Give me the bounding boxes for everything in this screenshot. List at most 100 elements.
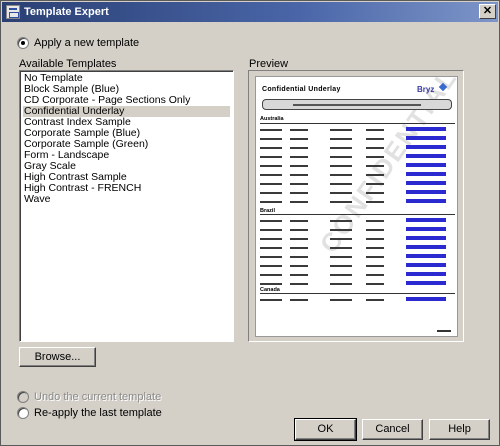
preview-row-bar (406, 163, 446, 167)
preview-row-bar (290, 201, 308, 203)
preview-row-bar (406, 190, 446, 194)
preview-row-bar (406, 254, 446, 258)
preview-row-bar (260, 201, 282, 203)
browse-button[interactable]: Browse... (19, 347, 96, 367)
preview-row-bar (366, 192, 384, 194)
preview-row-bar (290, 256, 308, 258)
preview-row-bar (406, 181, 446, 185)
preview-row-bar (330, 229, 352, 231)
preview-row-bar (260, 229, 282, 231)
apply-new-template-radio[interactable] (17, 37, 29, 49)
ok-button-label: OK (317, 423, 334, 435)
preview-row-bar (330, 238, 352, 240)
preview-row-bar (290, 165, 308, 167)
preview-logo-icon: Bryz (417, 82, 448, 94)
preview-row-bar (330, 256, 352, 258)
preview-section-1: Australia (260, 116, 284, 122)
undo-current-template-label: Undo the current template (34, 391, 162, 403)
preview-row-bar (330, 165, 352, 167)
preview-row-bar (290, 265, 308, 267)
window-title: Template Expert (24, 6, 109, 18)
preview-row-bar (330, 274, 352, 276)
preview-row-bar (290, 247, 308, 249)
preview-row-bar (290, 147, 308, 149)
svg-text:Bryz: Bryz (417, 85, 434, 94)
apply-new-template-label: Apply a new template (34, 37, 140, 49)
cancel-button[interactable]: Cancel (362, 419, 423, 440)
preview-row-bar (406, 272, 446, 276)
template-list-item[interactable]: High Contrast - FRENCH (23, 183, 230, 194)
preview-row-bar (290, 220, 308, 222)
preview-row-bar (406, 263, 446, 267)
preview-row-bar (260, 192, 282, 194)
preview-row-bar (366, 147, 384, 149)
preview-row-bar (366, 201, 384, 203)
preview-row-bar (290, 138, 308, 140)
preview-row-bar (366, 238, 384, 240)
preview-row-bar (406, 245, 446, 249)
preview-row-bar (366, 256, 384, 258)
help-button[interactable]: Help (429, 419, 490, 440)
preview-row-bar (330, 147, 352, 149)
preview-row-bar (330, 156, 352, 158)
ok-button[interactable]: OK (294, 418, 357, 441)
preview-row-bar (260, 147, 282, 149)
preview-row-bar (366, 283, 384, 285)
preview-rule (260, 123, 455, 124)
preview-row-bar (330, 183, 352, 185)
preview-row-bar (366, 183, 384, 185)
template-list-item[interactable]: Wave (23, 194, 230, 205)
template-expert-dialog: Template Expert ✕ Apply a new template A… (0, 0, 500, 446)
reapply-last-template-radio[interactable] (17, 407, 29, 419)
preview-footer (437, 330, 451, 332)
preview-row-bar (260, 247, 282, 249)
preview-row-bar (260, 174, 282, 176)
available-templates-label: Available Templates (19, 58, 117, 70)
preview-row-bar (290, 299, 308, 301)
preview-row-bar (290, 174, 308, 176)
preview-row-bar (330, 265, 352, 267)
template-app-icon (6, 5, 20, 19)
preview-row-bar (260, 156, 282, 158)
reapply-last-template-label: Re-apply the last template (34, 407, 162, 419)
preview-row-bar (330, 247, 352, 249)
preview-row-bar (406, 127, 446, 131)
preview-row-bar (366, 165, 384, 167)
preview-row-bar (406, 281, 446, 285)
preview-row-bar (260, 283, 282, 285)
preview-row-bar (260, 220, 282, 222)
preview-row-bar (406, 297, 446, 301)
preview-row-bar (406, 227, 446, 231)
reapply-last-template-option[interactable]: Re-apply the last template (17, 407, 162, 419)
preview-row-bar (406, 154, 446, 158)
preview-row-bar (406, 199, 446, 203)
preview-row-bar (366, 174, 384, 176)
preview-row-bar (406, 172, 446, 176)
preview-row-bar (290, 283, 308, 285)
preview-row-bar (330, 129, 352, 131)
preview-row-bar (406, 218, 446, 222)
undo-current-template-option[interactable]: Undo the current template (17, 391, 161, 403)
preview-row-bar (330, 283, 352, 285)
undo-current-template-radio[interactable] (17, 391, 29, 403)
preview-label: Preview (249, 58, 289, 70)
preview-row-bar (260, 299, 282, 301)
available-templates-listbox[interactable]: No Template Block Sample (Blue) CD Corpora… (19, 70, 234, 342)
apply-new-template-option[interactable]: Apply a new template (17, 37, 139, 49)
preview-row-bar (290, 129, 308, 131)
preview-doc-title: Confidential Underlay (262, 86, 341, 93)
preview-row-bar (366, 274, 384, 276)
preview-banner (262, 99, 452, 110)
close-button[interactable]: ✕ (479, 4, 496, 19)
preview-row-bar (260, 183, 282, 185)
preview-row-bar (406, 145, 446, 149)
preview-row-bar (260, 165, 282, 167)
preview-frame: CONFIDENTIAL Confidential Underlay Bryz … (248, 70, 464, 342)
title-bar[interactable]: Template Expert ✕ (2, 2, 498, 22)
preview-row-bar (260, 274, 282, 276)
cancel-button-label: Cancel (375, 423, 410, 435)
preview-row-bar (366, 265, 384, 267)
preview-row-bar (260, 256, 282, 258)
preview-row-bar (366, 299, 384, 301)
preview-row-bar (260, 265, 282, 267)
